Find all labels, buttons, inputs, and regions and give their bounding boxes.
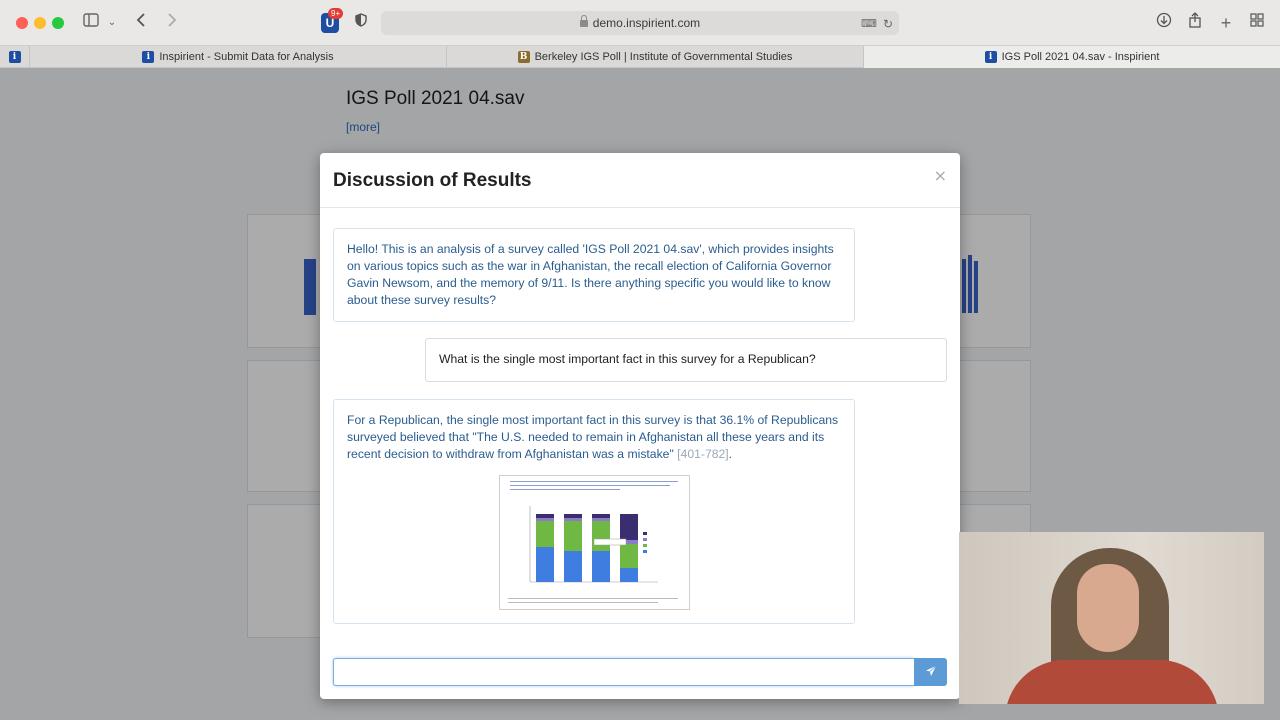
inspirient-icon: i: [984, 51, 997, 63]
inspirient-icon: i: [142, 51, 155, 63]
paper-plane-icon: [925, 665, 937, 680]
pinned-tab[interactable]: i: [0, 46, 30, 68]
igs-icon: B: [517, 51, 530, 63]
new-tab-icon[interactable]: +: [1218, 12, 1234, 34]
message-suffix: .: [728, 447, 733, 461]
modal-title: Discussion of Results: [333, 170, 532, 191]
send-button[interactable]: [914, 658, 947, 686]
modal-header: Discussion of Results ×: [320, 153, 960, 208]
tab-overview-icon[interactable]: [1249, 12, 1265, 34]
chat-input[interactable]: [333, 658, 914, 686]
address-bar[interactable]: demo.inspirient.com ⌨ ↻: [381, 11, 899, 35]
browser-toolbar: ⌄ U 9+ demo.inspirient.com ⌨ ↻ +: [0, 0, 1280, 46]
lock-icon: [579, 15, 588, 27]
message-text: Hello! This is an analysis of a survey c…: [347, 242, 834, 307]
stacked-bar-thumbnail: [529, 506, 658, 583]
citation-link[interactable]: [401-782]: [677, 447, 729, 461]
tab-submit-data[interactable]: i Inspirient - Submit Data for Analysis: [30, 46, 447, 68]
close-window-button[interactable]: [16, 17, 28, 29]
chart-thumbnail[interactable]: [499, 475, 690, 610]
tab-label: Inspirient - Submit Data for Analysis: [159, 51, 334, 63]
reload-icon[interactable]: ↻: [881, 13, 895, 35]
tab-berkeley-igs[interactable]: B Berkeley IGS Poll | Institute of Gover…: [447, 46, 864, 68]
discussion-modal: Discussion of Results × Hello! This is a…: [320, 153, 960, 699]
back-arrow-icon[interactable]: [134, 12, 148, 34]
message-text: For a Republican, the single most import…: [347, 413, 839, 461]
download-icon[interactable]: [1155, 12, 1173, 34]
chevron-down-icon[interactable]: ⌄: [106, 12, 118, 34]
sidebar-icon[interactable]: [82, 12, 100, 34]
webcam-video: [959, 532, 1264, 704]
close-button[interactable]: ×: [934, 166, 947, 185]
chat-input-row: [333, 658, 947, 686]
tab-label: IGS Poll 2021 04.sav - Inspirient: [1001, 51, 1160, 63]
inspirient-icon: i: [8, 51, 21, 63]
assistant-message: Hello! This is an analysis of a survey c…: [333, 228, 855, 322]
minimize-window-button[interactable]: [34, 17, 46, 29]
zoom-window-button[interactable]: [52, 17, 64, 29]
extension-badge: 9+: [328, 8, 344, 19]
assistant-message: For a Republican, the single most import…: [333, 399, 855, 624]
share-icon[interactable]: [1187, 12, 1203, 34]
tab-igs-poll[interactable]: i IGS Poll 2021 04.sav - Inspirient: [864, 46, 1280, 68]
translate-icon[interactable]: ⌨: [861, 13, 877, 35]
tab-label: Berkeley IGS Poll | Institute of Governm…: [534, 51, 793, 63]
url-text: demo.inspirient.com: [592, 16, 701, 30]
user-message: What is the single most important fact i…: [425, 338, 947, 382]
forward-arrow-icon[interactable]: [165, 12, 179, 34]
privacy-shield-icon[interactable]: [354, 12, 368, 34]
tab-bar: i i Inspirient - Submit Data for Analysi…: [0, 46, 1280, 68]
message-text: What is the single most important fact i…: [439, 352, 816, 366]
